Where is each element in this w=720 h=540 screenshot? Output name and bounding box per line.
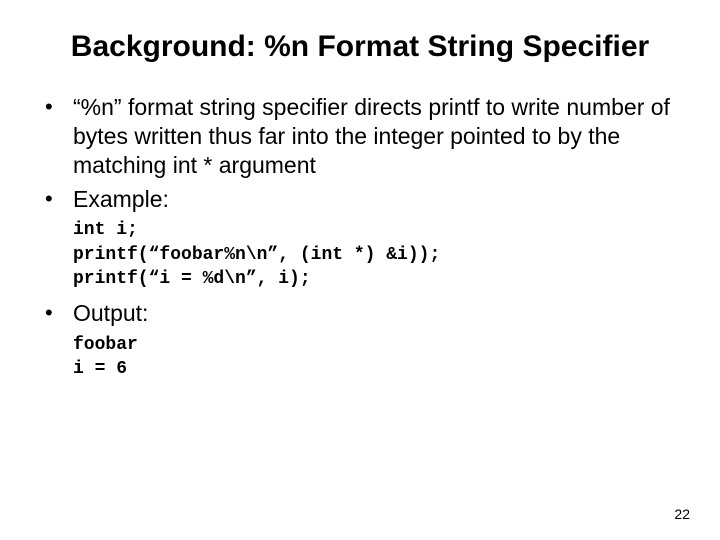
slide-body: Background: %n Format String Specifier “… [0,0,720,381]
bullet-item: “%n” format string specifier directs pri… [45,93,675,181]
bullet-list: “%n” format string specifier directs pri… [45,93,675,215]
code-example: int i; printf(“foobar%n\n”, (int *) &i))… [73,218,675,291]
bullet-list: Output: [45,299,675,328]
bullet-item: Output: [45,299,675,328]
page-number: 22 [674,506,690,522]
bullet-item: Example: [45,185,675,214]
code-output: foobar i = 6 [73,333,675,382]
slide-title: Background: %n Format String Specifier [45,30,675,65]
